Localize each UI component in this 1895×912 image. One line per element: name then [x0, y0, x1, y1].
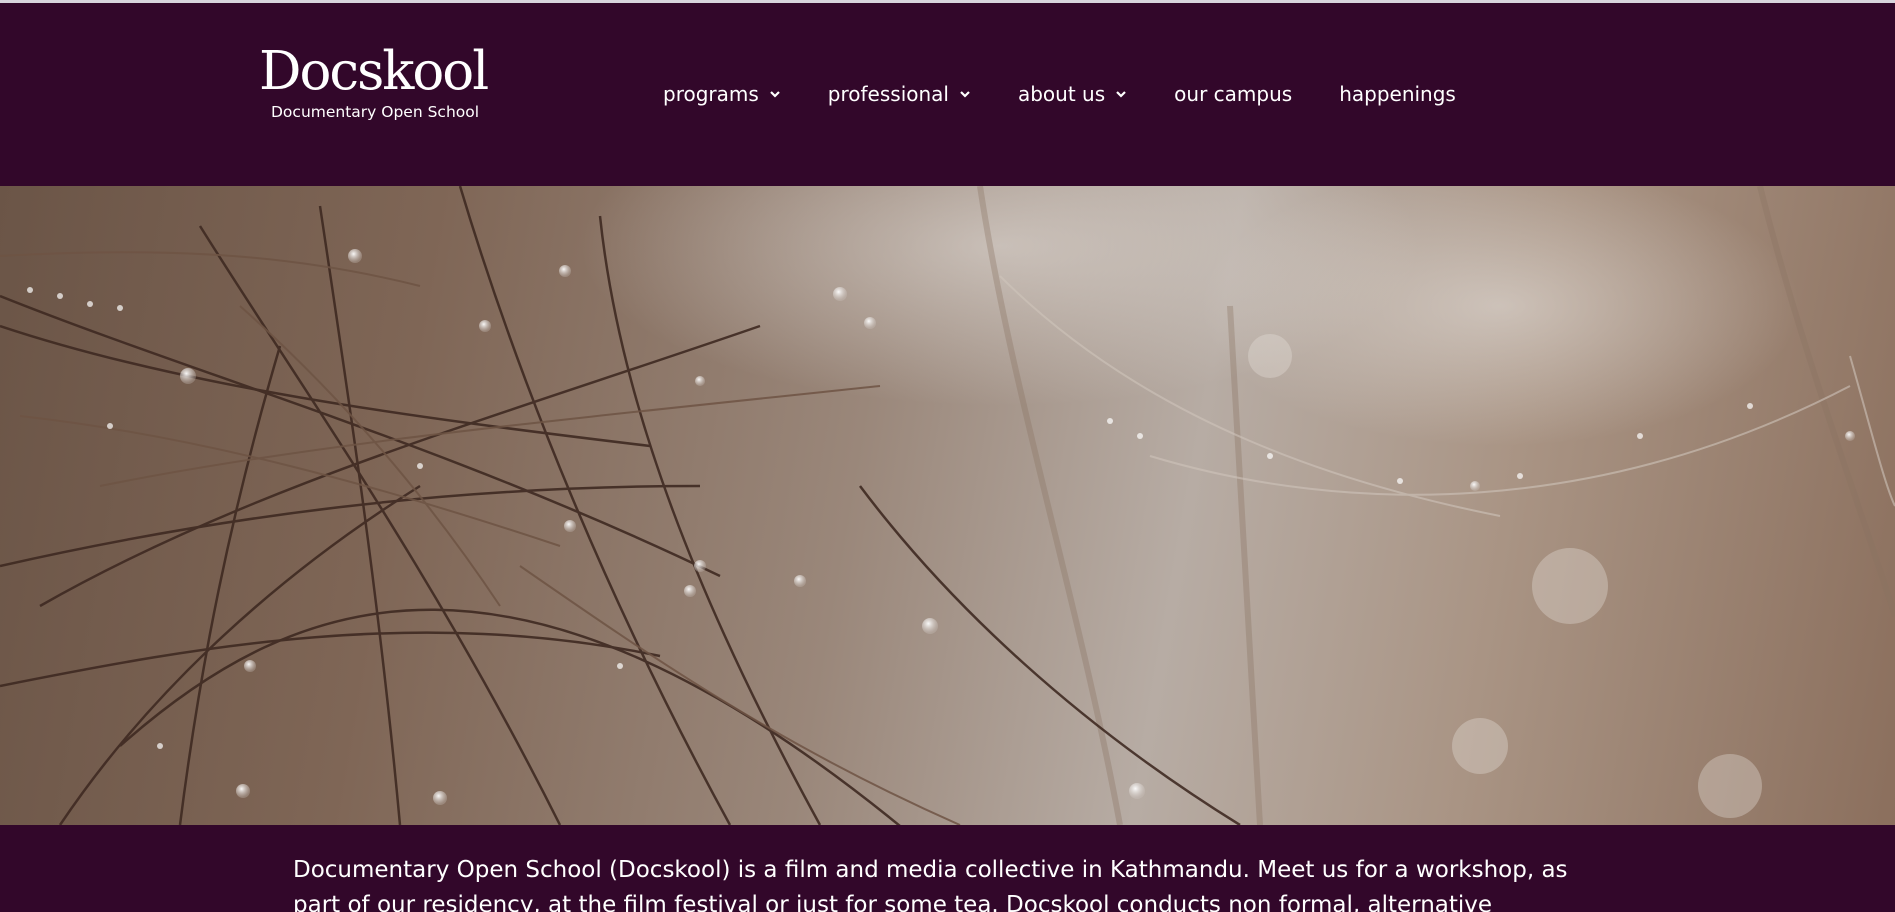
chevron-down-icon	[770, 91, 780, 98]
nav-label-professional: professional	[827, 82, 949, 106]
intro-section: Documentary Open School (Docskool) is a …	[0, 825, 1895, 912]
docskool-logo[interactable]: Docskool Documentary Open School	[259, 41, 509, 125]
logo-tagline: Documentary Open School	[271, 103, 480, 121]
nav-item-about-us[interactable]: about us	[1018, 82, 1127, 106]
nav-item-professional[interactable]: professional	[828, 82, 971, 106]
intro-text: Documentary Open School (Docskool) is a …	[293, 857, 1568, 912]
nav-label-programs: programs	[663, 82, 759, 106]
chevron-down-icon	[1116, 91, 1126, 98]
dewy-grass-photo	[0, 186, 1895, 825]
nav-item-happenings[interactable]: happenings	[1339, 82, 1456, 106]
main-nav: programs professional about us our campu…	[663, 76, 1503, 112]
nav-label-our-campus: our campus	[1174, 82, 1293, 106]
chevron-down-icon	[960, 91, 970, 98]
nav-item-our-campus[interactable]: our campus	[1174, 82, 1292, 106]
nav-label-about-us: about us	[1017, 82, 1106, 106]
logo-name: Docskool	[259, 41, 489, 102]
nav-label-happenings: happenings	[1339, 82, 1456, 106]
nav-item-programs[interactable]: programs	[663, 82, 781, 106]
hero-banner	[0, 186, 1895, 825]
site-header: Docskool Documentary Open School program…	[0, 3, 1895, 186]
